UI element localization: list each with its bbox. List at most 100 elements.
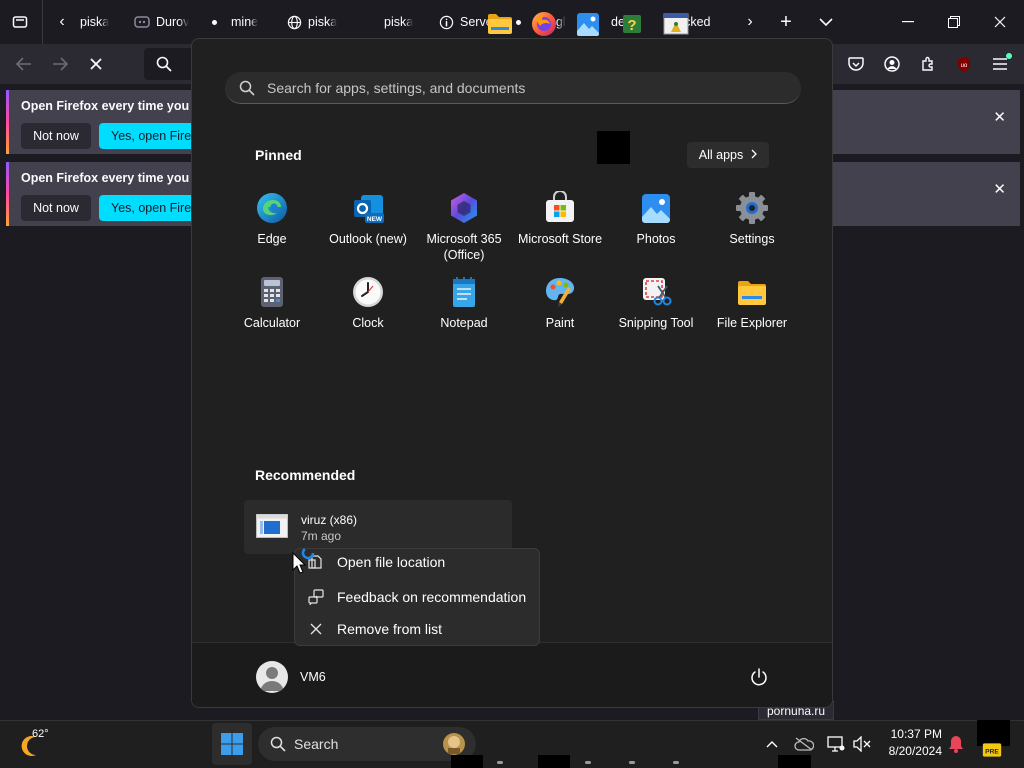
close-window-button[interactable] — [986, 8, 1014, 36]
pinned-app-outlook[interactable]: NEW Outlook (new) — [320, 183, 416, 263]
ublock-icon[interactable]: uo — [950, 50, 978, 78]
weather-temp: 62° — [32, 728, 49, 740]
volume-muted-icon[interactable] — [852, 734, 872, 754]
search-icon — [156, 56, 172, 77]
notification-text: Open Firefox every time you re — [21, 99, 205, 113]
app-label: Settings — [729, 232, 775, 246]
snipping-icon — [639, 275, 673, 309]
pinned-app-snipping-tool[interactable]: Snipping Tool — [608, 267, 704, 347]
chevron-right-icon — [751, 148, 758, 162]
notification-bell-icon[interactable] — [946, 734, 966, 754]
taskbar-search[interactable]: Search — [258, 727, 476, 761]
list-all-tabs-icon[interactable] — [812, 8, 840, 36]
pinned-app-notepad[interactable]: Notepad — [416, 267, 512, 347]
menu-item-label: Feedback on recommendation — [337, 589, 527, 605]
app-label: Microsoft 365 (Office) — [426, 232, 502, 262]
all-apps-label: All apps — [698, 148, 744, 162]
tab-item[interactable]: mine — [206, 8, 266, 36]
info-icon — [438, 14, 454, 30]
all-apps-button[interactable]: All apps — [687, 142, 769, 168]
tab-scroll-left-icon[interactable]: ‹ — [48, 8, 76, 36]
running-indicator — [497, 761, 503, 764]
svg-text:uo: uo — [961, 63, 968, 69]
svg-text:?: ? — [627, 17, 636, 34]
taskbar-app-icon[interactable] — [656, 4, 696, 44]
pinned-app-calculator[interactable]: Calculator — [224, 267, 320, 347]
taskbar-photos-icon[interactable] — [568, 4, 608, 44]
notification-text: Open Firefox every time you re — [21, 171, 205, 185]
menu-icon[interactable] — [986, 50, 1014, 78]
update-badge — [1006, 53, 1012, 59]
pinned-app-settings[interactable]: Settings — [704, 183, 800, 263]
pinned-app-file-explorer[interactable]: File Explorer — [704, 267, 800, 347]
firefox-view-icon[interactable] — [6, 8, 34, 36]
menu-item-remove-from-list[interactable]: Remove from list — [295, 614, 539, 644]
app-window-icon — [256, 514, 288, 538]
pocket-icon[interactable] — [842, 50, 870, 78]
start-search-input[interactable]: Search for apps, settings, and documents — [225, 72, 801, 104]
app-tray-icon[interactable]: PRE — [982, 740, 1002, 760]
app-label: Outlook (new) — [329, 232, 407, 246]
running-indicator — [629, 761, 635, 764]
edge-icon — [255, 191, 289, 225]
pinned-app-photos[interactable]: Photos — [608, 183, 704, 263]
tab-scroll-right-icon[interactable]: › — [736, 8, 764, 36]
app-label: Edge — [257, 232, 287, 246]
forward-icon[interactable] — [46, 50, 74, 78]
account-icon[interactable] — [878, 50, 906, 78]
recommended-time: 7m ago — [301, 529, 342, 543]
minimize-button[interactable] — [894, 8, 922, 36]
close-icon[interactable]: ✕ — [993, 180, 1006, 198]
discord-icon — [134, 14, 150, 30]
avatar[interactable] — [256, 661, 288, 693]
menu-item-label: Remove from list — [337, 621, 443, 637]
app-label: Microsoft Store — [517, 232, 603, 246]
back-icon[interactable] — [10, 50, 38, 78]
search-icon — [239, 80, 255, 96]
start-button[interactable] — [212, 723, 252, 765]
recommended-item[interactable]: viruz (x86) 7m ago — [244, 500, 512, 554]
extensions-icon[interactable] — [914, 50, 942, 78]
restore-button[interactable] — [940, 8, 968, 36]
user-name[interactable]: VM6 — [300, 670, 326, 684]
not-now-button[interactable]: Not now — [21, 195, 91, 221]
app-label: Paint — [545, 316, 575, 330]
stop-loading-icon[interactable] — [82, 50, 110, 78]
redaction-box — [597, 131, 630, 164]
recommended-heading: Recommended — [255, 467, 356, 483]
notepad-icon — [447, 275, 481, 309]
taskbar-file-explorer-icon[interactable] — [480, 4, 520, 44]
tab-item[interactable]: piska — [80, 8, 120, 36]
onedrive-icon[interactable] — [794, 734, 814, 754]
taskbar-clock[interactable]: 10:37 PM 8/20/2024 — [880, 726, 942, 760]
running-indicator — [585, 761, 591, 764]
pinned-app-paint[interactable]: Paint — [512, 267, 608, 347]
pinned-app-microsoft-store[interactable]: Microsoft Store — [512, 183, 608, 263]
pinned-app-edge[interactable]: Edge — [224, 183, 320, 263]
tab-item[interactable]: piska — [286, 8, 348, 36]
show-hidden-icons-icon[interactable] — [762, 734, 782, 754]
paint-icon — [543, 275, 577, 309]
taskbar-help-icon[interactable]: ? — [612, 4, 652, 44]
close-icon[interactable]: ✕ — [993, 108, 1006, 126]
network-icon[interactable] — [826, 734, 846, 754]
globe-icon — [286, 14, 302, 30]
menu-item-feedback[interactable]: Feedback on recommendation — [295, 582, 539, 612]
menu-item-open-file-location[interactable]: Open file location — [295, 547, 539, 577]
taskbar-firefox-icon[interactable] — [524, 4, 564, 44]
power-icon[interactable] — [749, 667, 769, 687]
close-icon — [307, 620, 325, 638]
pinned-app-microsoft-365[interactable]: Microsoft 365 (Office) — [416, 183, 512, 263]
context-menu: Open file location Feedback on recommend… — [294, 548, 540, 646]
tab-item[interactable]: piska — [384, 8, 420, 36]
running-indicator — [673, 761, 679, 764]
outlook-icon: NEW — [351, 191, 385, 225]
svg-text:PRE: PRE — [985, 748, 999, 755]
pinned-app-clock[interactable]: Clock — [320, 267, 416, 347]
windows-logo-icon — [221, 733, 243, 760]
app-label: Photos — [636, 232, 676, 246]
weather-widget[interactable]: 62° — [18, 728, 78, 762]
tab-item[interactable]: Durov — [134, 8, 198, 36]
not-now-button[interactable]: Not now — [21, 123, 91, 149]
new-tab-button[interactable]: + — [772, 8, 800, 36]
